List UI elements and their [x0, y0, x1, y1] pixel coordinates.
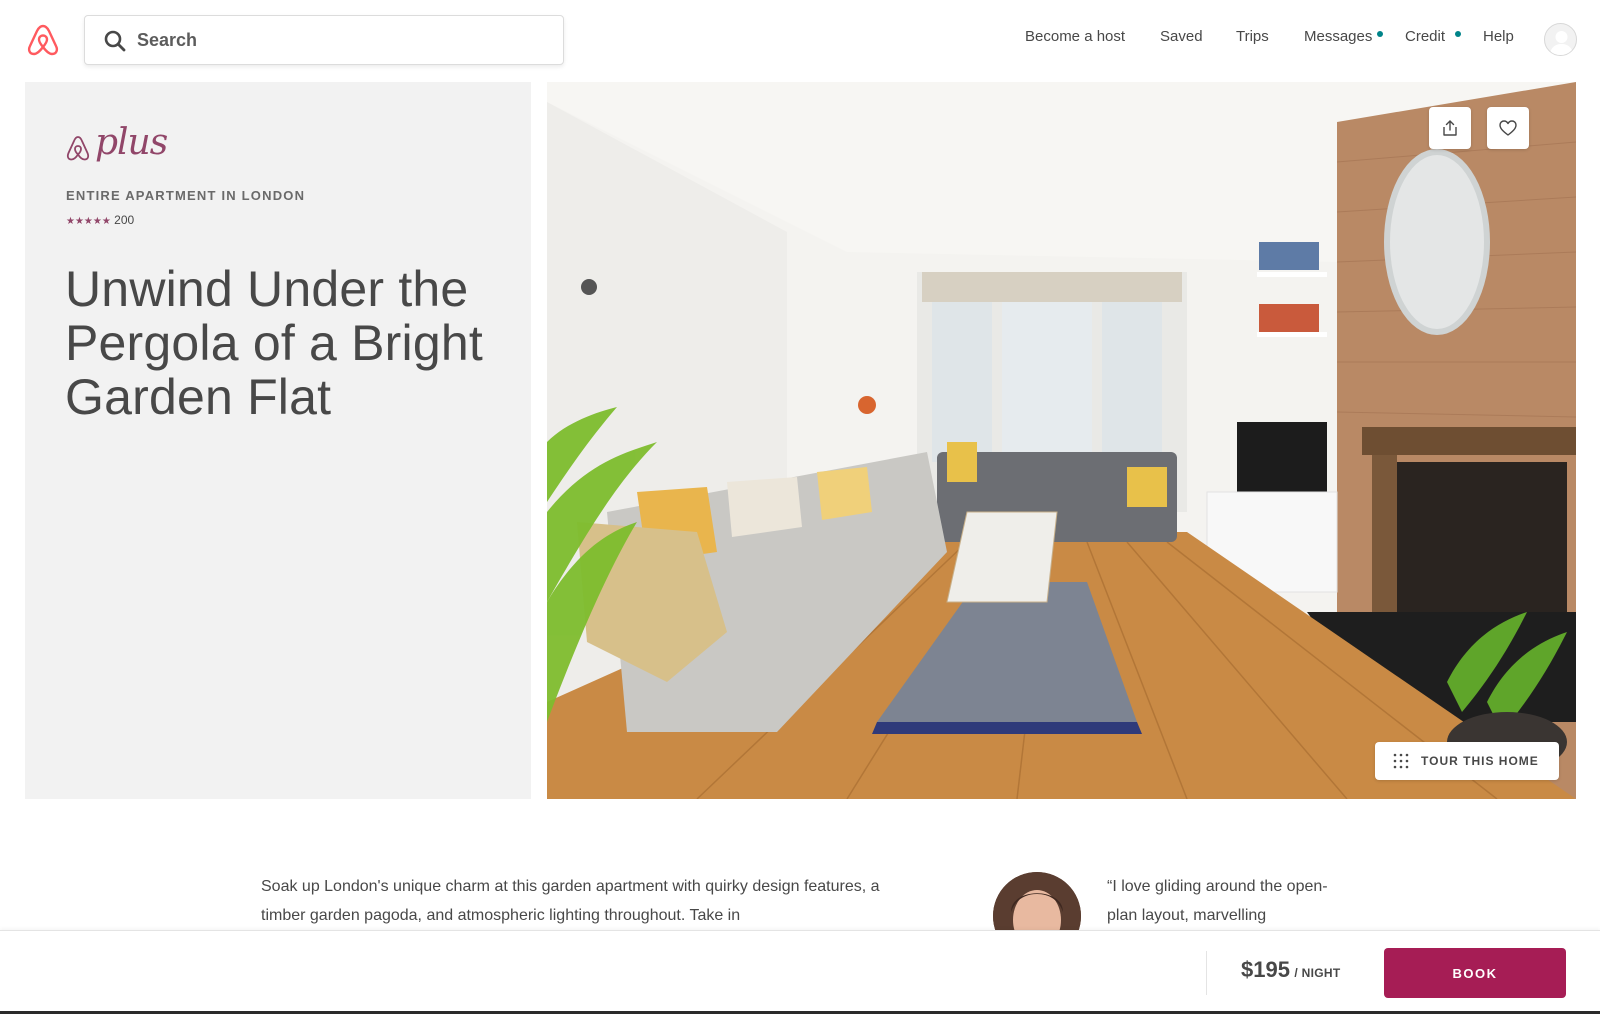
price-amount: $195 [1241, 957, 1290, 982]
share-icon [1443, 120, 1457, 136]
search-icon [104, 30, 126, 52]
rating[interactable]: ★★★★★ 200 [66, 213, 134, 227]
nav-trips[interactable]: Trips [1236, 28, 1269, 45]
book-button[interactable]: BOOK [1384, 948, 1566, 998]
airbnb-plus-badge: plus [65, 122, 168, 168]
save-heart-button[interactable] [1487, 107, 1529, 149]
search-box[interactable] [84, 15, 564, 65]
booking-divider [1206, 951, 1207, 995]
messages-notification-dot [1377, 31, 1383, 37]
credit-notification-dot [1455, 31, 1461, 37]
nav-help[interactable]: Help [1483, 28, 1514, 45]
nav-saved[interactable]: Saved [1160, 28, 1203, 45]
grid-dots-icon [1393, 753, 1409, 769]
nightly-price: $195 / NIGHT [1241, 957, 1341, 983]
hero-photo[interactable]: TOUR THIS HOME [547, 82, 1576, 799]
plus-belo-icon [66, 136, 90, 161]
tour-this-home-button[interactable]: TOUR THIS HOME [1375, 742, 1559, 780]
top-nav-bar: Become a host Saved Trips Messages Credi… [0, 0, 1600, 80]
star-rating-icon: ★★★★★ [66, 216, 111, 227]
user-avatar[interactable] [1544, 23, 1577, 56]
airbnb-logo-icon[interactable] [26, 22, 60, 58]
listing-type: ENTIRE APARTMENT IN LONDON [66, 188, 306, 203]
price-unit: / NIGHT [1294, 966, 1341, 980]
share-button[interactable] [1429, 107, 1471, 149]
booking-bar: $195 / NIGHT BOOK [0, 930, 1600, 1014]
tour-this-home-label: TOUR THIS HOME [1421, 754, 1539, 768]
user-silhouette-icon [1550, 31, 1573, 55]
host-quote: “I love gliding around the open-plan lay… [1107, 878, 1328, 924]
review-count: 200 [114, 213, 135, 227]
nav-messages[interactable]: Messages [1304, 28, 1372, 45]
listing-description: Soak up London's unique charm at this ga… [261, 878, 880, 924]
nav-credit[interactable]: Credit [1405, 28, 1445, 45]
heart-icon [1499, 120, 1517, 136]
nav-become-a-host[interactable]: Become a host [1025, 28, 1125, 45]
listing-title: Unwind Under the Pergola of a Bright Gar… [65, 261, 483, 425]
plus-wordmark: plus [95, 122, 168, 163]
search-input[interactable] [137, 16, 547, 64]
living-room-photo [547, 82, 1576, 799]
listing-summary-panel: plus ENTIRE APARTMENT IN LONDON ★★★★★ 20… [25, 82, 531, 799]
